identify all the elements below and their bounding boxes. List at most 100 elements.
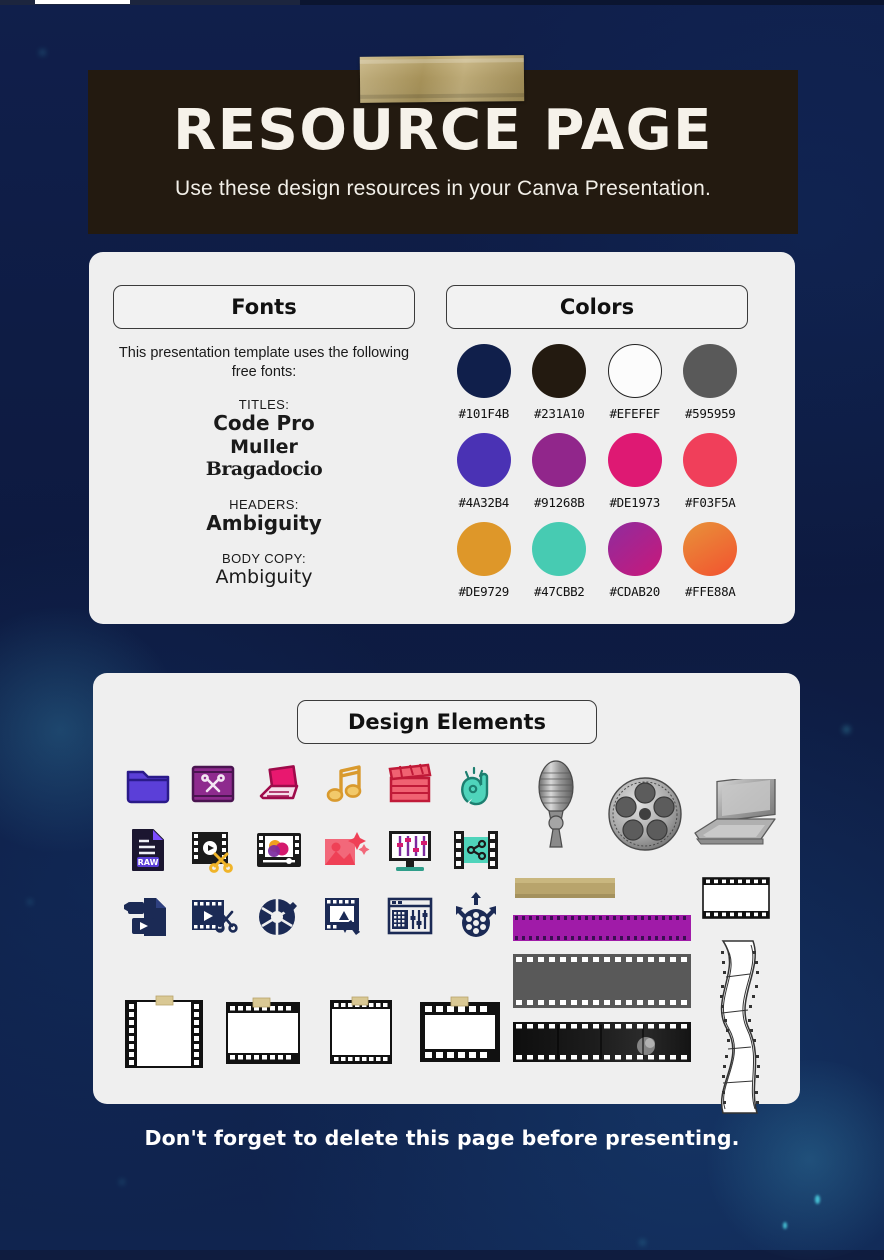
right-right-column bbox=[701, 875, 771, 1117]
background-particle bbox=[120, 1180, 124, 1184]
color-swatch[interactable] bbox=[532, 522, 587, 576]
color-hex-label: #595959 bbox=[684, 406, 736, 421]
font-group-headers: HEADERS: Ambiguity bbox=[113, 497, 415, 536]
color-swatch-cell: #EFEFEF bbox=[597, 344, 673, 421]
color-swatch-cell: #CDAB20 bbox=[597, 522, 673, 599]
color-swatch-cell: #47CBB2 bbox=[522, 522, 598, 599]
raw-file-icon[interactable]: RAW bbox=[122, 824, 174, 876]
washi-tape-icon bbox=[359, 55, 525, 103]
page-subtitle: Use these design resources in your Canva… bbox=[174, 177, 712, 200]
color-swatch[interactable] bbox=[607, 344, 662, 398]
color-swatch-cell: #101F4B bbox=[446, 344, 522, 421]
monitor-equalizer-icon[interactable] bbox=[384, 824, 436, 876]
top-progress-bar[interactable] bbox=[0, 0, 884, 5]
gray-filmstrip[interactable] bbox=[513, 954, 691, 1008]
color-swatch-cell: #4A32B4 bbox=[446, 433, 522, 510]
wavy-filmstrip[interactable] bbox=[701, 937, 771, 1117]
dark-filmstrip-photo[interactable] bbox=[513, 1022, 691, 1062]
folder-icon[interactable] bbox=[122, 758, 174, 810]
fonts-content: This presentation template uses the foll… bbox=[113, 344, 415, 589]
page-title: RESOURCE PAGE bbox=[173, 98, 713, 163]
film-scissors-icon[interactable] bbox=[187, 758, 239, 810]
color-swatch[interactable] bbox=[456, 522, 511, 576]
background-particle bbox=[815, 1195, 820, 1204]
film-play-cut-icon[interactable] bbox=[187, 890, 239, 942]
film-frame-tall[interactable] bbox=[122, 995, 206, 1069]
film-frame-outline[interactable] bbox=[701, 875, 771, 921]
fonts-intro-text: This presentation template uses the foll… bbox=[118, 345, 410, 380]
film-frame-wide[interactable] bbox=[418, 995, 502, 1069]
fonts-heading: Fonts bbox=[113, 285, 415, 329]
color-swatch-cell: #FFE88A bbox=[673, 522, 749, 599]
film-frame-narrow[interactable] bbox=[319, 995, 403, 1069]
laptop-photo[interactable] bbox=[689, 779, 781, 855]
font-name-code-pro: Code Pro bbox=[213, 411, 315, 436]
right-element-stack bbox=[513, 875, 781, 1117]
color-hex-label: #EFEFEF bbox=[609, 406, 661, 421]
microphone-photo[interactable] bbox=[529, 755, 585, 855]
color-hex-label: #91268B bbox=[533, 495, 585, 510]
color-swatch[interactable] bbox=[607, 433, 662, 487]
hand-gesture-icon[interactable] bbox=[450, 758, 502, 810]
color-hex-label: #DE1973 bbox=[609, 495, 661, 510]
right-left-column bbox=[513, 875, 691, 1062]
film-reel-photo[interactable] bbox=[606, 773, 684, 855]
photo-element-row bbox=[513, 755, 781, 855]
font-name-ambiguity-header: Ambiguity bbox=[206, 510, 322, 535]
color-swatch-cell: #F03F5A bbox=[673, 433, 749, 510]
svg-text:RAW: RAW bbox=[137, 858, 158, 867]
progress-fill bbox=[35, 0, 130, 4]
camera-shutter-icon[interactable] bbox=[253, 890, 305, 942]
background-particle bbox=[28, 900, 32, 904]
footer-note: Don't forget to delete this page before … bbox=[144, 1126, 740, 1150]
color-hex-label: #47CBB2 bbox=[533, 584, 585, 599]
font-group-body: BODY COPY: Ambiguity bbox=[113, 551, 415, 588]
music-note-icon[interactable] bbox=[319, 758, 371, 810]
image-sparkle-icon[interactable] bbox=[319, 824, 371, 876]
color-swatch-cell: #DE1973 bbox=[597, 433, 673, 510]
mixer-console-icon[interactable] bbox=[384, 890, 436, 942]
color-swatch-cell: #91268B bbox=[522, 433, 598, 510]
font-name-muller: Muller bbox=[230, 435, 298, 458]
washi-tape-strip[interactable] bbox=[513, 875, 691, 901]
film-magic-wand-icon[interactable] bbox=[319, 890, 371, 942]
color-hex-label: #101F4B bbox=[458, 406, 510, 421]
laptop-icon[interactable] bbox=[253, 758, 305, 810]
film-cut-icon[interactable] bbox=[187, 824, 239, 876]
color-swatch-cell: #595959 bbox=[673, 344, 749, 421]
color-swatch[interactable] bbox=[683, 522, 738, 576]
background-particle bbox=[783, 1222, 787, 1229]
color-hex-label: #DE9729 bbox=[458, 584, 510, 599]
clapperboard-icon[interactable] bbox=[384, 758, 436, 810]
film-share-icon[interactable] bbox=[450, 824, 502, 876]
color-swatch[interactable] bbox=[683, 344, 738, 398]
video-file-icon[interactable] bbox=[122, 890, 174, 942]
film-frame-topbottom[interactable] bbox=[221, 995, 305, 1069]
color-hex-label: #4A32B4 bbox=[458, 495, 510, 510]
video-player-icon[interactable] bbox=[253, 824, 305, 876]
design-icon-grid: RAW bbox=[115, 758, 509, 942]
film-frame-row bbox=[115, 995, 509, 1069]
background-particle bbox=[843, 726, 850, 733]
color-hex-label: #FFE88A bbox=[684, 584, 736, 599]
color-swatch[interactable] bbox=[532, 433, 587, 487]
color-swatch[interactable] bbox=[456, 344, 511, 398]
purple-filmstrip[interactable] bbox=[513, 915, 691, 941]
background-particle bbox=[640, 1240, 645, 1245]
color-hex-label: #CDAB20 bbox=[609, 584, 661, 599]
color-hex-label: #231A10 bbox=[533, 406, 585, 421]
color-swatch[interactable] bbox=[683, 433, 738, 487]
font-group-label: HEADERS: bbox=[229, 496, 299, 512]
color-swatch-grid: #101F4B #231A10 #EFEFEF #595959 #4A32B4 #9126… bbox=[446, 344, 748, 599]
color-swatch[interactable] bbox=[532, 344, 587, 398]
font-name-bragadocio: Bragadocio bbox=[205, 458, 323, 481]
reel-distribute-icon[interactable] bbox=[450, 890, 502, 942]
design-elements-heading: Design Elements bbox=[297, 700, 597, 744]
font-group-label: BODY COPY: bbox=[222, 551, 306, 567]
design-elements-card: Design Elements RAW bbox=[93, 673, 800, 1114]
color-swatch-cell: #231A10 bbox=[522, 344, 598, 421]
color-swatch-cell: #DE9729 bbox=[446, 522, 522, 599]
color-swatch[interactable] bbox=[607, 522, 662, 576]
color-swatch[interactable] bbox=[456, 433, 511, 487]
font-group-titles: TITLES: Code Pro Muller Bragadocio bbox=[113, 397, 415, 480]
